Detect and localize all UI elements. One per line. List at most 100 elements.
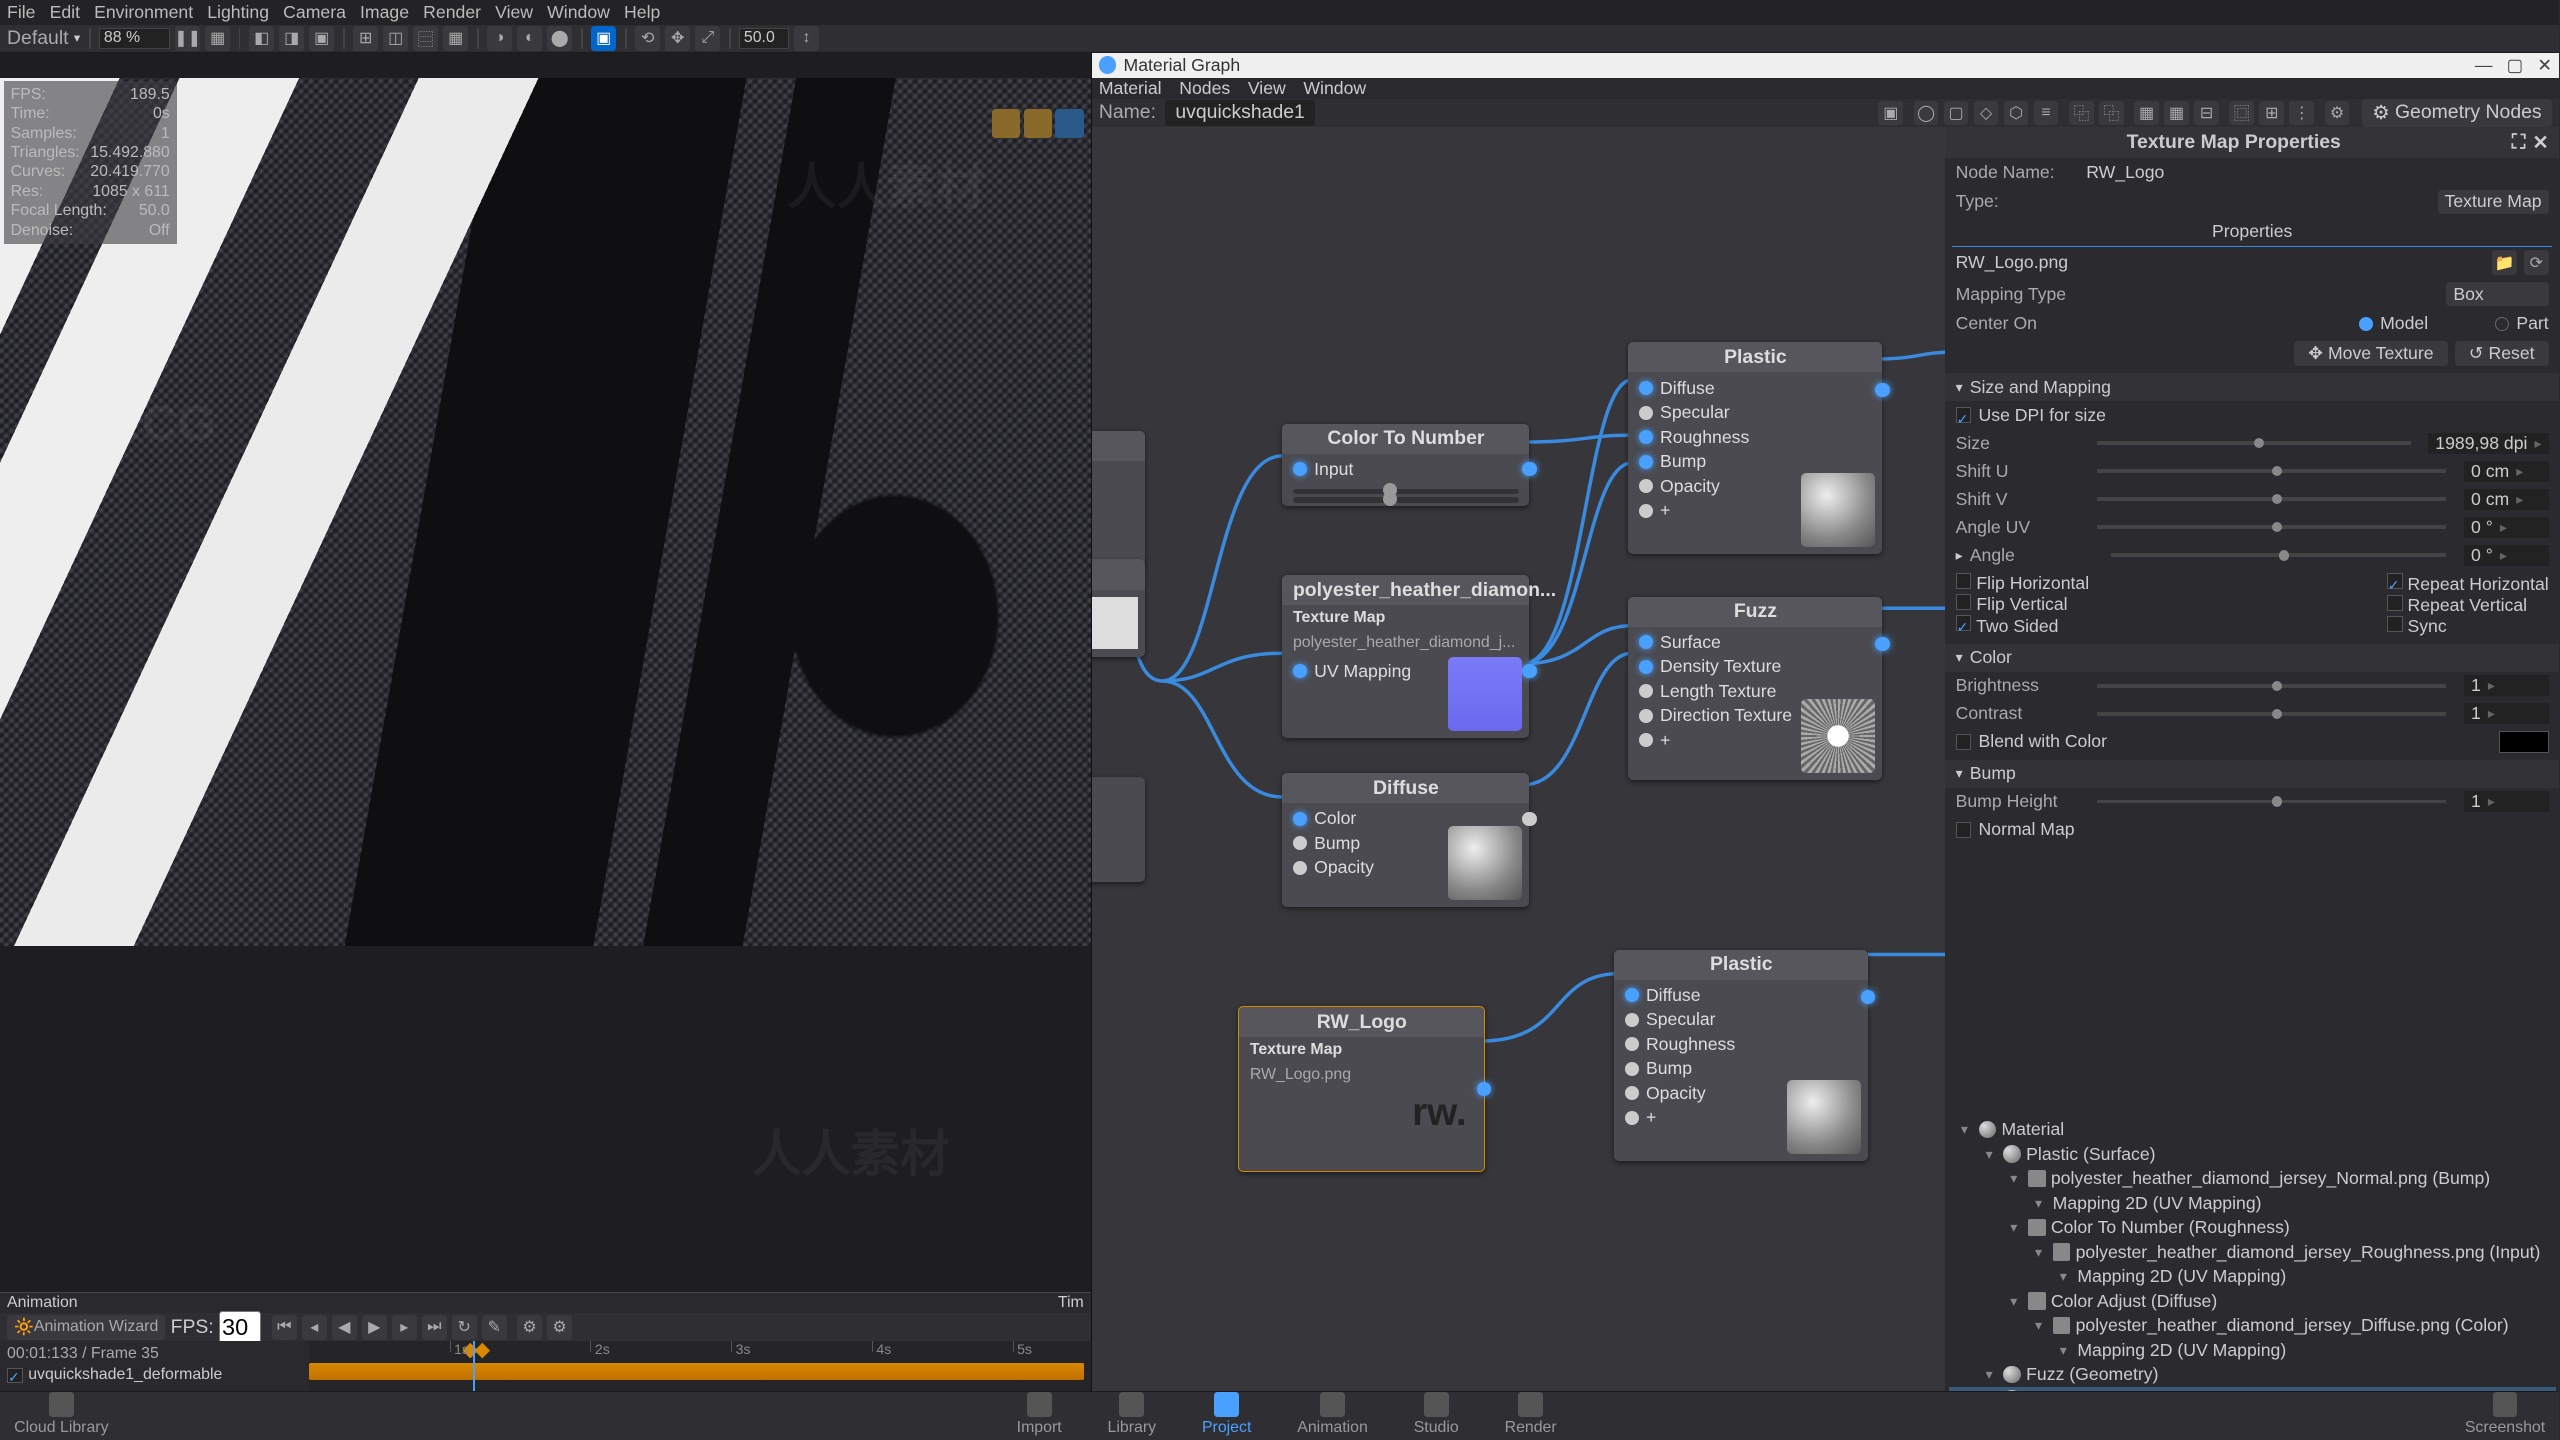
section-bump[interactable]: Bump <box>1945 760 2559 788</box>
shiftv-slider[interactable] <box>2097 497 2447 501</box>
angleuv-slider[interactable] <box>2097 525 2447 529</box>
menu-window[interactable]: Window <box>547 2 610 23</box>
node-color-to-number[interactable]: Color To Number Input <box>1282 424 1529 507</box>
menu-image[interactable]: Image <box>360 2 409 23</box>
tab-studio[interactable]: Studio <box>1414 1392 1459 1436</box>
timeline[interactable]: 00:01:133 / Frame 35 uvquickshade1_defor… <box>0 1341 1091 1390</box>
close-icon[interactable]: ✕ <box>2532 131 2548 155</box>
tab-import[interactable]: Import <box>1017 1392 1062 1436</box>
repeat-v-checkbox[interactable] <box>2387 595 2403 611</box>
tab-render[interactable]: Render <box>1505 1392 1557 1436</box>
node-fuzz[interactable]: Fuzz Surface Density Texture Length Text… <box>1628 597 1882 781</box>
toolbar-btn[interactable]: ↕ <box>794 26 819 51</box>
next-frame-icon[interactable]: ▸ <box>392 1315 417 1340</box>
cloud-library-tab[interactable]: Cloud Library <box>14 1392 108 1436</box>
node-partial[interactable]: mon... <box>1092 431 1145 567</box>
window-titlebar[interactable]: Material Graph — ▢ ✕ <box>1092 53 2559 78</box>
mg-tool[interactable]: ⿻ <box>2069 101 2094 126</box>
toolbar-btn[interactable]: ▦ <box>443 26 468 51</box>
node-plastic[interactable]: Plastic Diffuse Specular Roughness Bump … <box>1628 342 1882 554</box>
mg-tool[interactable]: ▦ <box>2134 101 2159 126</box>
geometry-nodes-button[interactable]: ⚙ Geometry Nodes <box>2362 99 2553 127</box>
bump-input[interactable]: 1 <box>2464 791 2549 812</box>
play-icon[interactable]: ▶ <box>362 1315 387 1340</box>
shiftu-slider[interactable] <box>2097 469 2447 473</box>
reset-button[interactable]: ↺ Reset <box>2455 341 2549 366</box>
tree-node[interactable]: ▾Mapping 2D (UV Mapping) <box>1949 1338 2556 1363</box>
dpi-checkbox[interactable] <box>1956 407 1972 423</box>
tree-node[interactable]: ▾Color To Number (Roughness) <box>1949 1215 2556 1240</box>
size-input[interactable]: 1989,98 dpi <box>2428 433 2548 454</box>
render-viewport[interactable]: 人人素材 RRCG 人人素材 <box>0 78 1091 1292</box>
mg-tool[interactable]: ⿴ <box>2229 101 2254 126</box>
properties-tab[interactable]: Properties <box>1952 218 2552 246</box>
viewport-btn[interactable] <box>1024 109 1052 137</box>
preset-combo[interactable]: Default <box>7 27 69 50</box>
expand-icon[interactable]: ⛶ <box>2512 131 2526 155</box>
bump-slider[interactable] <box>2097 800 2447 804</box>
blend-checkbox[interactable] <box>1956 734 1972 750</box>
node-diffuse[interactable]: Diffuse Color Bump Opacity <box>1282 773 1529 907</box>
toolbar-btn[interactable]: ✥ <box>665 26 690 51</box>
mg-menu-material[interactable]: Material <box>1099 78 1162 99</box>
node-canvas[interactable]: mon... d_1... Color To Number Input <box>1092 127 1945 1391</box>
center-part-radio[interactable] <box>2495 317 2509 331</box>
two-sided-checkbox[interactable] <box>1956 615 1972 631</box>
pause-icon[interactable]: ❚❚ <box>175 26 200 51</box>
mg-menu-view[interactable]: View <box>1248 78 1286 99</box>
sync-checkbox[interactable] <box>2387 616 2403 632</box>
mg-tool[interactable]: ≡ <box>2034 101 2059 126</box>
blend-color-swatch[interactable] <box>2499 731 2548 752</box>
playhead[interactable] <box>473 1341 475 1390</box>
material-tree[interactable]: ▾Material▾Plastic (Surface)▾polyester_he… <box>1945 1114 2559 1391</box>
mapping-type-combo[interactable]: Box <box>2446 282 2548 307</box>
mg-tool[interactable]: ⊞ <box>2259 101 2284 126</box>
contrast-slider[interactable] <box>2097 712 2447 716</box>
menu-view[interactable]: View <box>495 2 533 23</box>
node-plastic[interactable]: Plastic Diffuse Specular Roughness Bump … <box>1614 950 1868 1162</box>
node-partial[interactable] <box>1092 777 1145 883</box>
mg-menu-nodes[interactable]: Nodes <box>1179 78 1230 99</box>
menu-environment[interactable]: Environment <box>94 2 193 23</box>
shiftv-input[interactable]: 0 cm <box>2464 489 2549 510</box>
tree-node[interactable]: ▾Fuzz (Geometry) <box>1949 1362 2556 1387</box>
section-size-mapping[interactable]: Size and Mapping <box>1945 373 2559 401</box>
key-icon[interactable]: ✎ <box>482 1315 507 1340</box>
timeline-clip[interactable] <box>309 1363 1084 1381</box>
toolbar-btn[interactable]: ◑ <box>487 26 512 51</box>
mg-tool[interactable]: ⋮ <box>2289 101 2314 126</box>
loop-icon[interactable]: ↻ <box>452 1315 477 1340</box>
tree-node[interactable]: ▾polyester_heather_diamond_jersey_Diffus… <box>1949 1313 2556 1338</box>
menu-file[interactable]: File <box>7 2 35 23</box>
toolbar-btn[interactable]: ▦ <box>205 26 230 51</box>
normal-checkbox[interactable] <box>1956 822 1972 838</box>
contrast-input[interactable]: 1 <box>2464 703 2549 724</box>
tree-node[interactable]: ▾polyester_heather_diamond_jersey_Roughn… <box>1949 1240 2556 1265</box>
type-combo[interactable]: Texture Map <box>2438 190 2549 215</box>
toolbar-btn[interactable]: ⟲ <box>635 26 660 51</box>
tab-library[interactable]: Library <box>1108 1392 1157 1436</box>
mg-tool[interactable]: ◇ <box>1974 101 1999 126</box>
toolbar-btn[interactable]: ⊞ <box>353 26 378 51</box>
shiftu-input[interactable]: 0 cm <box>2464 461 2549 482</box>
tab-animation[interactable]: Animation <box>1297 1392 1368 1436</box>
toolbar-btn[interactable]: ▣ <box>591 26 616 51</box>
play-rev-icon[interactable]: ◀ <box>332 1315 357 1340</box>
flip-h-checkbox[interactable] <box>1956 573 1972 589</box>
node-texture-map[interactable]: polyester_heather_diamon... Texture Map … <box>1282 575 1529 737</box>
toolbar-btn[interactable]: ⤢ <box>695 26 720 51</box>
to-end-icon[interactable]: ⏭ <box>422 1315 447 1340</box>
settings-icon[interactable]: ⚙ <box>547 1315 572 1340</box>
brightness-slider[interactable] <box>2097 684 2447 688</box>
toolbar-btn[interactable]: ◫ <box>383 26 408 51</box>
tree-node[interactable]: ▾polyester_heather_diamond_jersey_Normal… <box>1949 1166 2556 1191</box>
toolbar-btn[interactable]: ◐ <box>517 26 542 51</box>
toolbar-btn[interactable]: ◧ <box>249 26 274 51</box>
mg-menu-window[interactable]: Window <box>1303 78 1366 99</box>
close-icon[interactable]: ✕ <box>2537 55 2552 76</box>
screenshot-button[interactable]: Screenshot <box>2465 1392 2545 1436</box>
mg-tool[interactable]: ▣ <box>1878 101 1903 126</box>
tree-node[interactable]: ▾Color Adjust (Diffuse) <box>1949 1289 2556 1314</box>
folder-icon[interactable]: 📁 <box>2492 250 2517 275</box>
zoom-input[interactable] <box>99 28 170 49</box>
